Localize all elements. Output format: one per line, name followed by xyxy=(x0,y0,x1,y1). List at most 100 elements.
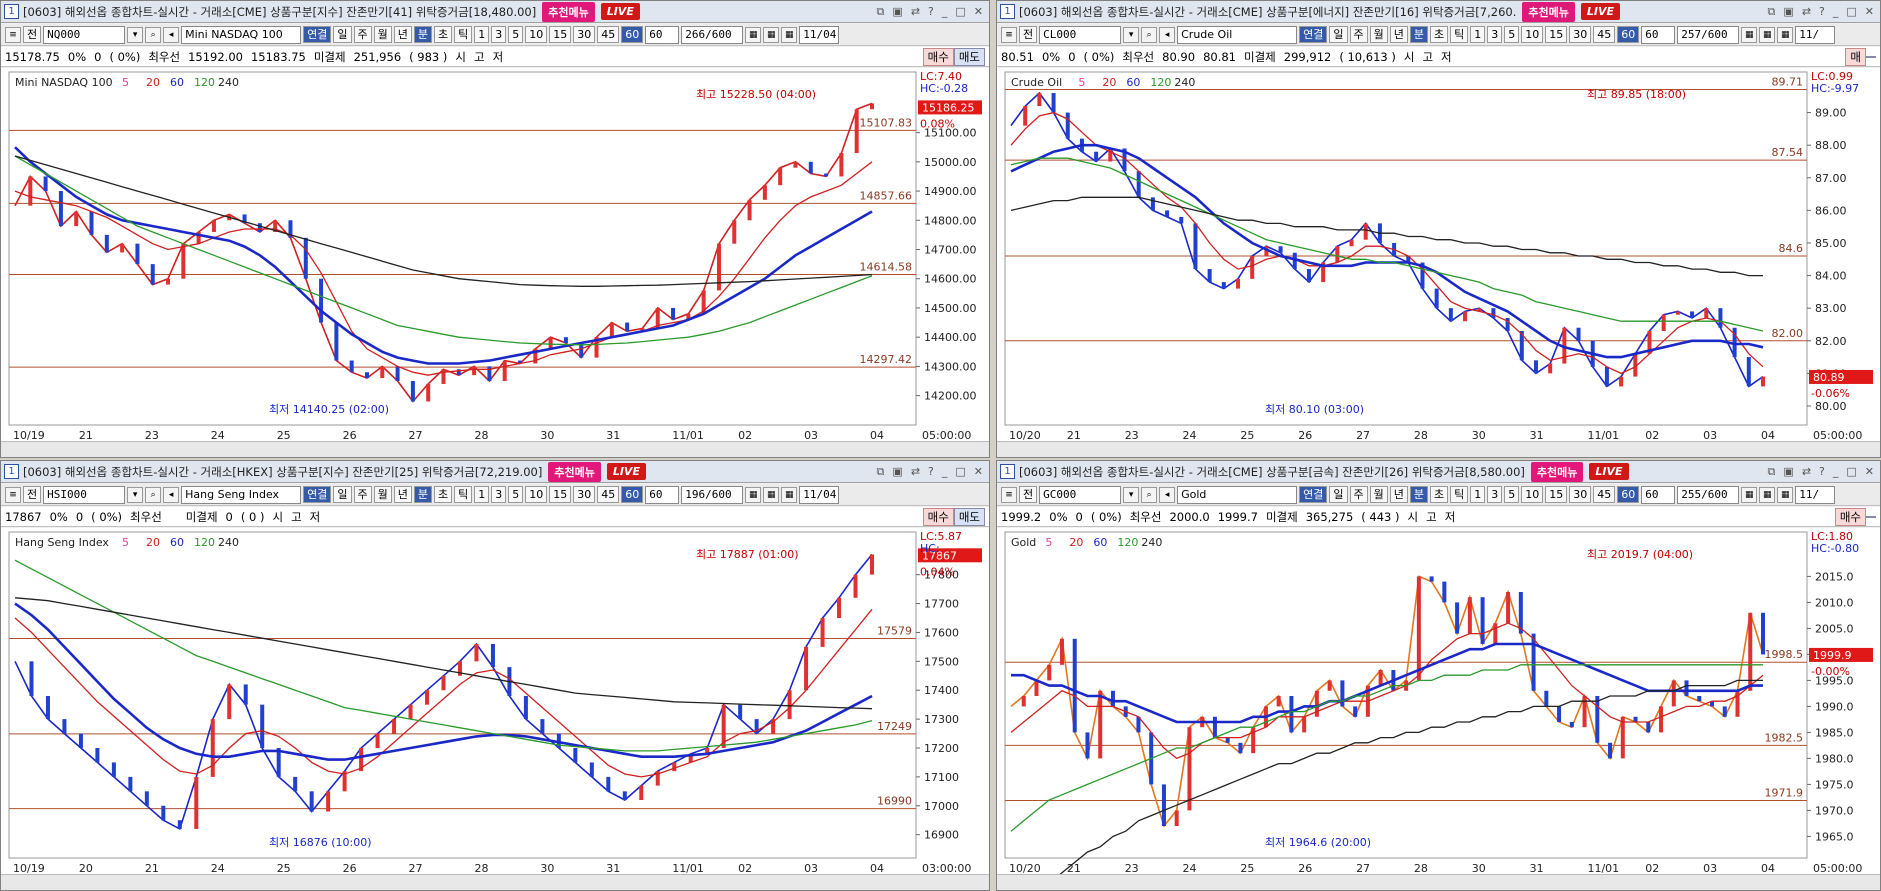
period-button[interactable]: 년 xyxy=(393,486,412,503)
period-button[interactable]: 60 xyxy=(1617,26,1640,43)
period-button[interactable]: 월 xyxy=(1369,486,1388,503)
period-button[interactable]: 1 xyxy=(1470,486,1486,503)
dropdown-chevron-icon[interactable]: ▾ xyxy=(127,26,144,43)
maximize-icon[interactable]: □ xyxy=(1846,465,1856,479)
close-icon[interactable]: ✕ xyxy=(974,465,983,479)
dropdown-chevron-icon[interactable]: ▾ xyxy=(1123,486,1140,503)
period-button[interactable]: 15 xyxy=(1545,26,1568,43)
grid-icon[interactable]: ▦ xyxy=(1741,26,1758,43)
dropdown-chevron-icon[interactable]: ▾ xyxy=(127,486,144,503)
period-button[interactable]: 연결 xyxy=(303,26,332,43)
period-select[interactable]: 60 xyxy=(645,25,680,44)
period-button[interactable]: 월 xyxy=(373,26,392,43)
minimize-icon[interactable]: _ xyxy=(942,5,948,19)
period-button[interactable]: 년 xyxy=(1389,26,1408,43)
period-button[interactable]: 초 xyxy=(434,486,453,503)
period-button[interactable]: 초 xyxy=(1430,486,1449,503)
date-field[interactable]: 11/04 xyxy=(799,485,840,504)
period-button[interactable]: 5 xyxy=(508,486,524,503)
help-icon[interactable]: ? xyxy=(928,465,934,479)
sell-button[interactable] xyxy=(1866,55,1876,58)
period-button[interactable]: 일 xyxy=(1329,26,1348,43)
symbol-code-input[interactable]: CL000 xyxy=(1039,25,1122,44)
period-button[interactable]: 60 xyxy=(621,26,644,43)
settings-icon[interactable]: ▦ xyxy=(1759,486,1776,503)
maximize-icon[interactable]: □ xyxy=(1846,5,1856,19)
period-button[interactable]: 연결 xyxy=(1299,486,1328,503)
live-button[interactable]: LIVE xyxy=(1589,463,1629,480)
buy-button[interactable]: 매수 xyxy=(922,47,954,66)
chart-scrollbar[interactable] xyxy=(997,874,1880,890)
period-button[interactable]: 45 xyxy=(1593,486,1616,503)
period-button[interactable]: 주 xyxy=(1349,26,1368,43)
recommend-menu-button[interactable]: 추천메뉴 xyxy=(1522,1,1575,22)
period-button[interactable]: 3 xyxy=(491,486,507,503)
period-button[interactable]: 5 xyxy=(1504,486,1520,503)
close-icon[interactable]: ✕ xyxy=(1865,5,1874,19)
period-button[interactable]: 30 xyxy=(1569,486,1592,503)
speaker-icon[interactable]: ◂ xyxy=(1159,26,1176,43)
live-button[interactable]: LIVE xyxy=(600,3,640,20)
buy-button[interactable]: 매수 xyxy=(1834,507,1866,526)
period-button[interactable]: 연결 xyxy=(1299,26,1328,43)
restore-icon[interactable]: ▣ xyxy=(892,465,902,479)
date-field[interactable]: 11/ xyxy=(1795,485,1836,504)
link-icon[interactable]: ⇄ xyxy=(1802,5,1811,19)
period-select[interactable]: 60 xyxy=(645,485,680,504)
prev-button[interactable]: 전 xyxy=(23,26,42,43)
period-button[interactable]: 월 xyxy=(373,486,392,503)
link-icon[interactable]: ⇄ xyxy=(911,5,920,19)
symbol-code-input[interactable]: GC000 xyxy=(1039,485,1122,504)
period-button[interactable]: 30 xyxy=(1569,26,1592,43)
period-button[interactable]: 60 xyxy=(1617,486,1640,503)
period-button[interactable]: 월 xyxy=(1369,26,1388,43)
maximize-icon[interactable]: □ xyxy=(955,5,965,19)
help-icon[interactable]: ? xyxy=(1819,465,1825,479)
recommend-menu-button[interactable]: 추천메뉴 xyxy=(1530,461,1584,482)
period-button[interactable]: 초 xyxy=(1430,26,1449,43)
period-button[interactable]: 주 xyxy=(1349,486,1368,503)
pin-icon[interactable]: ⧉ xyxy=(877,5,885,19)
buy-button[interactable]: 매수 xyxy=(922,507,954,526)
grid-icon[interactable]: ▦ xyxy=(745,486,762,503)
grid-icon[interactable]: ▦ xyxy=(1741,486,1758,503)
period-button[interactable]: 30 xyxy=(573,486,596,503)
search-icon[interactable]: ⌕ xyxy=(145,26,162,43)
speaker-icon[interactable]: ◂ xyxy=(163,486,180,503)
restore-icon[interactable]: ▣ xyxy=(1783,5,1793,19)
settings-icon[interactable]: ▦ xyxy=(763,26,780,43)
period-button[interactable]: 10 xyxy=(1521,26,1544,43)
period-button[interactable]: 15 xyxy=(1545,486,1568,503)
date-field[interactable]: 11/ xyxy=(1795,25,1836,44)
help-icon[interactable]: ? xyxy=(928,5,934,19)
symbol-code-input[interactable]: NQ000 xyxy=(43,25,126,44)
sell-button[interactable]: 매도 xyxy=(953,507,985,526)
prev-button[interactable]: 전 xyxy=(1019,26,1038,43)
table-icon[interactable]: ▦ xyxy=(1777,26,1794,43)
period-button[interactable]: 5 xyxy=(508,26,524,43)
menu-icon[interactable]: ≡ xyxy=(5,486,21,503)
period-button[interactable]: 3 xyxy=(1487,26,1503,43)
search-icon[interactable]: ⌕ xyxy=(1141,26,1158,43)
live-button[interactable]: LIVE xyxy=(1580,3,1620,20)
period-button[interactable]: 틱 xyxy=(1450,486,1469,503)
period-button[interactable]: 틱 xyxy=(454,486,473,503)
menu-icon[interactable]: ≡ xyxy=(5,26,21,43)
grid-icon[interactable]: ▦ xyxy=(745,26,762,43)
buy-button[interactable]: 매 xyxy=(1845,47,1866,66)
symbol-code-input[interactable]: HSI000 xyxy=(43,485,126,504)
prev-button[interactable]: 전 xyxy=(1019,486,1038,503)
period-button[interactable]: 15 xyxy=(549,26,572,43)
period-button[interactable]: 틱 xyxy=(1450,26,1469,43)
period-button[interactable]: 일 xyxy=(1329,486,1348,503)
chart-scrollbar[interactable] xyxy=(1,441,989,457)
pin-icon[interactable]: ⧉ xyxy=(1768,5,1776,19)
pin-icon[interactable]: ⧉ xyxy=(877,465,885,479)
pin-icon[interactable]: ⧉ xyxy=(1768,465,1776,479)
link-icon[interactable]: ⇄ xyxy=(911,465,920,479)
dropdown-chevron-icon[interactable]: ▾ xyxy=(1123,26,1140,43)
period-button[interactable]: 3 xyxy=(491,26,507,43)
restore-icon[interactable]: ▣ xyxy=(892,5,902,19)
period-button[interactable]: 틱 xyxy=(454,26,473,43)
period-button[interactable]: 분 xyxy=(413,486,432,503)
